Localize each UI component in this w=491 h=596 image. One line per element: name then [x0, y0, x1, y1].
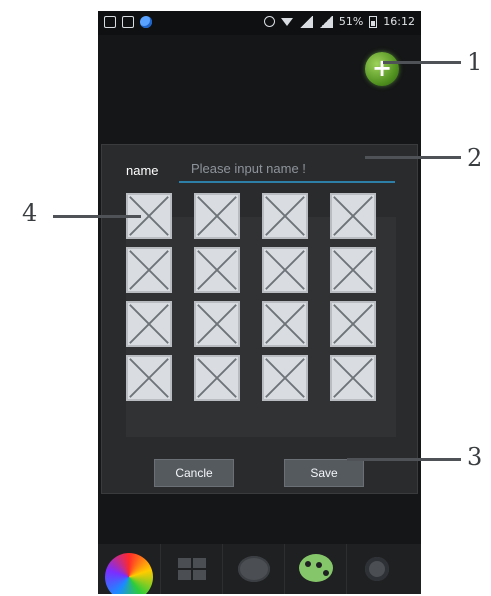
- icon-group-dialog: name Cancle Save: [101, 144, 418, 494]
- annotation-number-2: 2: [467, 144, 483, 172]
- palette-green-icon: [299, 554, 333, 582]
- annotation-number-1: 1: [467, 48, 483, 76]
- dock-color-wheel[interactable]: [98, 544, 160, 594]
- icon-cell[interactable]: [262, 193, 308, 239]
- broken-image-icon: [129, 358, 169, 398]
- annotation-number-3: 3: [467, 443, 483, 471]
- icon-cell[interactable]: [126, 301, 172, 347]
- dock-grid[interactable]: [160, 544, 222, 594]
- screenshot-canvas: 51% 16:12 + name Cancle Save: [0, 0, 491, 596]
- icon-cell[interactable]: [126, 247, 172, 293]
- annotation-line-1: [383, 61, 461, 64]
- plus-icon: +: [371, 54, 393, 82]
- signal-icon: [298, 15, 313, 28]
- icon-cell[interactable]: [126, 355, 172, 401]
- icon-cell[interactable]: [194, 355, 240, 401]
- palette-icon: [238, 556, 270, 582]
- signal-icon: [318, 15, 333, 28]
- color-wheel-icon: [105, 553, 153, 594]
- wifi-icon: [280, 18, 293, 26]
- broken-image-icon: [333, 250, 373, 290]
- broken-image-icon: [197, 358, 237, 398]
- annotation-number-4: 4: [22, 199, 38, 227]
- dock-settings[interactable]: [346, 544, 421, 594]
- icon-cell[interactable]: [330, 355, 376, 401]
- icon-cell[interactable]: [262, 247, 308, 293]
- icon-grid: [126, 193, 396, 419]
- alarm-icon: [263, 16, 275, 27]
- name-input[interactable]: [179, 155, 395, 183]
- battery-percent: 51%: [338, 15, 364, 28]
- clock: 16:12: [383, 15, 415, 28]
- icon-cell[interactable]: [330, 193, 376, 239]
- status-bar: 51% 16:12: [98, 11, 421, 35]
- picture-icon: [122, 16, 134, 28]
- annotation-line-3: [347, 458, 461, 461]
- broken-image-icon: [129, 304, 169, 344]
- dock-palette[interactable]: [222, 544, 284, 594]
- add-button[interactable]: +: [365, 52, 399, 86]
- broken-image-icon: [129, 250, 169, 290]
- save-button[interactable]: Save: [284, 459, 364, 487]
- status-right-icons: 51% 16:12: [263, 15, 415, 28]
- battery-icon: [369, 15, 378, 28]
- bottom-dock: [98, 544, 421, 594]
- icon-cell[interactable]: [194, 301, 240, 347]
- icon-cell[interactable]: [262, 355, 308, 401]
- broken-image-icon: [265, 196, 305, 236]
- broken-image-icon: [265, 358, 305, 398]
- broken-image-icon: [197, 304, 237, 344]
- gear-icon: [365, 557, 389, 581]
- globe-icon: [140, 16, 152, 28]
- icon-cell[interactable]: [262, 301, 308, 347]
- annotation-line-4: [53, 215, 141, 218]
- grid-icon: [178, 558, 206, 580]
- broken-image-icon: [333, 358, 373, 398]
- status-left-icons: [104, 16, 152, 28]
- broken-image-icon: [265, 250, 305, 290]
- dock-palette-green[interactable]: [284, 544, 346, 594]
- icon-cell[interactable]: [330, 301, 376, 347]
- name-label: name: [126, 163, 159, 178]
- broken-image-icon: [333, 196, 373, 236]
- icon-cell[interactable]: [194, 247, 240, 293]
- icon-cell[interactable]: [194, 193, 240, 239]
- phone-screen: 51% 16:12 + name Cancle Save: [98, 11, 421, 594]
- cancle-button[interactable]: Cancle: [154, 459, 234, 487]
- broken-image-icon: [197, 196, 237, 236]
- broken-image-icon: [333, 304, 373, 344]
- icon-cell[interactable]: [330, 247, 376, 293]
- image-icon: [104, 16, 116, 28]
- broken-image-icon: [265, 304, 305, 344]
- broken-image-icon: [197, 250, 237, 290]
- annotation-line-2: [365, 156, 461, 159]
